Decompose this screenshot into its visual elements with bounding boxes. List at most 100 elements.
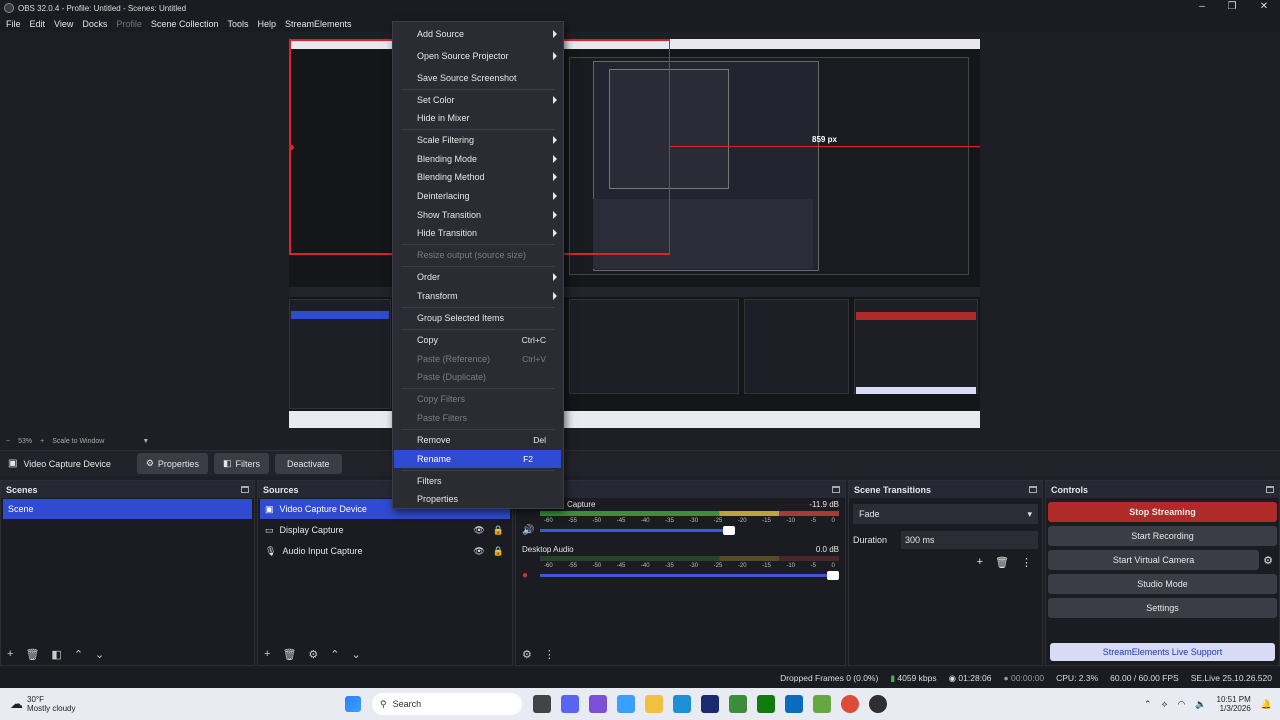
menu-order[interactable]: Order [394,268,562,286]
add-icon[interactable]: + [7,648,13,660]
lock-icon[interactable]: 🔒 [493,546,504,557]
notification-bell-icon[interactable]: 🔔 [1261,699,1272,710]
start-virtual-camera-button[interactable]: Start Virtual Camera [1048,550,1260,570]
menu-paste-duplicate[interactable]: Paste (Duplicate) [394,368,562,386]
add-icon[interactable]: + [264,648,270,660]
taskbar-search[interactable]: ⚲ Search [372,693,522,715]
menu-deinterlacing[interactable]: Deinterlacing [394,187,562,205]
resize-handle-left[interactable] [289,145,294,150]
scale-mode-select[interactable]: Scale to Window [52,438,104,445]
menu-paste-reference[interactable]: Paste (Reference) Ctrl+V [394,350,562,368]
menu-copy[interactable]: Copy Ctrl+C [394,331,562,349]
menu-view[interactable]: View [54,19,73,29]
muted-speaker-icon[interactable]: ● [522,570,540,581]
menu-blending-method[interactable]: Blending Method [394,168,562,186]
menu-remove[interactable]: Remove Del [394,431,562,449]
chevron-up-icon[interactable]: ⌃ [1144,699,1152,710]
menu-resize-output[interactable]: Resize output (source size) [394,246,562,264]
add-icon[interactable]: + [977,556,983,569]
close-button[interactable]: ✕ [1248,0,1280,16]
transition-select[interactable]: Fade ▾ [853,504,1038,524]
popout-icon[interactable] [241,486,249,493]
filter-icon[interactable]: ◧ [51,648,61,661]
wifi-icon[interactable]: ◠ [1177,699,1185,710]
volume-slider[interactable] [540,526,735,535]
arrow-down-icon[interactable]: ⌄ [352,648,361,661]
volume-slider[interactable] [540,571,839,580]
popout-icon[interactable] [1029,486,1037,493]
menu-open-source-projector[interactable]: Open Source Projector [394,47,562,65]
copilot-icon[interactable] [617,695,635,713]
menu-streamelements[interactable]: StreamElements [285,19,352,29]
arrow-up-icon[interactable]: ⌃ [74,648,83,661]
menu-edit[interactable]: Edit [30,19,46,29]
menu-profile[interactable]: Profile [116,19,142,29]
menu-show-transition[interactable]: Show Transition [394,206,562,224]
menu-help[interactable]: Help [257,19,276,29]
menu-hide-in-mixer[interactable]: Hide in Mixer [394,109,562,127]
trash-icon[interactable]: 🗑 [995,556,1009,569]
source-item[interactable]: ▭ Display Capture 👁 🔒 [260,520,510,540]
arrow-up-icon[interactable]: ⌃ [330,648,339,661]
menu-transform[interactable]: Transform [394,287,562,305]
lock-icon[interactable]: 🔒 [493,525,504,536]
menu-hide-transition[interactable]: Hide Transition [394,224,562,242]
zoom-in-button[interactable]: + [40,438,44,445]
arrow-down-icon[interactable]: ⌄ [95,648,104,661]
edge-icon[interactable] [673,695,691,713]
minecraft-icon[interactable] [729,695,747,713]
app-icon[interactable] [813,695,831,713]
more-icon[interactable]: ⋮ [544,648,555,661]
popout-icon[interactable] [832,486,840,493]
weather-widget[interactable]: ☁ 30°F Mostly cloudy [0,695,340,713]
eye-icon[interactable]: 👁 [473,546,484,557]
more-icon[interactable]: ⋮ [1021,556,1032,569]
speaker-icon[interactable]: 🔊 [522,525,540,536]
menu-rename[interactable]: Rename F2 [394,450,561,468]
chevron-down-icon[interactable]: ▼ [142,438,149,445]
menu-save-source-screenshot[interactable]: Save Source Screenshot [394,69,562,87]
premiere-icon[interactable] [701,695,719,713]
store-icon[interactable] [785,695,803,713]
settings-button[interactable]: Settings [1048,598,1277,618]
menu-copy-filters[interactable]: Copy Filters [394,390,562,408]
zoom-out-button[interactable]: − [6,438,10,445]
volume-icon[interactable]: 🔈 [1195,699,1206,710]
gear-icon[interactable]: ⚙ [308,648,318,661]
filters-button[interactable]: ◧ Filters [213,453,269,474]
obs-taskbar-icon[interactable] [869,695,887,713]
menu-blending-mode[interactable]: Blending Mode [394,150,562,168]
se-live-support-button[interactable]: StreamElements Live Support [1050,643,1275,661]
chrome-icon[interactable] [841,695,859,713]
menu-filters[interactable]: Filters [394,472,562,490]
source-item[interactable]: 🎙 Audio Input Capture 👁 🔒 [260,541,510,561]
trash-icon[interactable]: 🗑 [282,648,296,661]
properties-button[interactable]: ⚙ Properties [136,453,208,474]
network-icon[interactable]: ⟡ [1162,699,1168,710]
menu-tools[interactable]: Tools [227,19,248,29]
windows-start-icon[interactable] [345,696,361,712]
studio-mode-button[interactable]: Studio Mode [1048,574,1277,594]
maximize-button[interactable]: ❐ [1216,0,1248,16]
minimize-button[interactable]: – [1186,0,1218,16]
duration-input[interactable]: 300 ms [901,531,1038,549]
menu-group-selected-items[interactable]: Group Selected Items [394,309,562,327]
xbox-icon[interactable] [757,695,775,713]
chat-icon[interactable] [561,695,579,713]
start-recording-button[interactable]: Start Recording [1048,526,1277,546]
menu-scale-filtering[interactable]: Scale Filtering [394,131,562,149]
file-explorer-icon[interactable] [645,695,663,713]
menu-set-color[interactable]: Set Color [394,91,562,109]
menu-scene-collection[interactable]: Scene Collection [151,19,219,29]
menu-add-source[interactable]: Add Source [394,25,562,43]
deactivate-button[interactable]: Deactivate [274,453,342,474]
clock[interactable]: 10:51 PM 1/3/2026 [1217,695,1251,713]
teams-icon[interactable] [589,695,607,713]
task-view-icon[interactable] [533,695,551,713]
scene-item[interactable]: Scene [3,499,252,519]
menu-docks[interactable]: Docks [82,19,107,29]
gear-icon[interactable]: ⚙ [522,648,532,661]
stop-streaming-button[interactable]: Stop Streaming [1048,502,1277,522]
popout-icon[interactable] [1266,486,1274,493]
trash-icon[interactable]: 🗑 [25,648,39,661]
